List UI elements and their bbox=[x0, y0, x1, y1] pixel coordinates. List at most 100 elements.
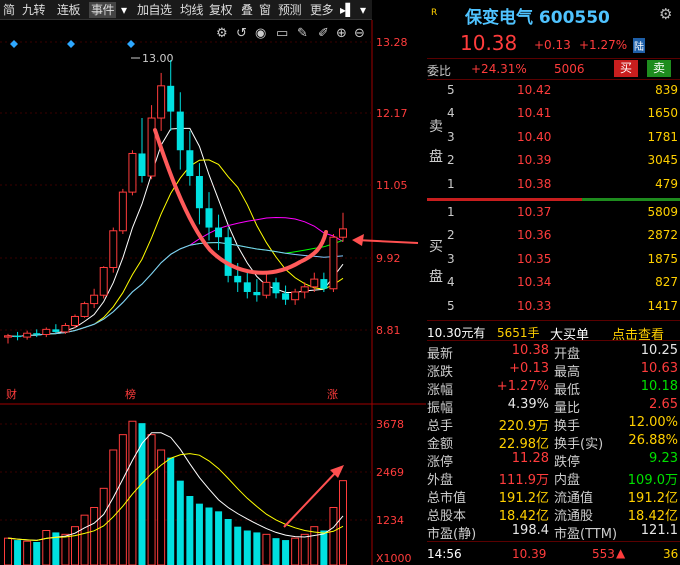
toolbar-jiuzhuan[interactable]: 九转 bbox=[22, 2, 46, 18]
event-labels: 财 榜 涨 bbox=[6, 387, 338, 401]
toolbar-window[interactable]: 窗 bbox=[259, 2, 271, 18]
candle-body bbox=[90, 294, 99, 305]
chevron-down-icon[interactable]: ▾ bbox=[360, 2, 366, 18]
buy-order-price[interactable]: 10.33 bbox=[517, 299, 551, 313]
toolbar-more[interactable]: 更多 bbox=[310, 2, 334, 18]
volume-axis: 3678 2469 1234 X1000 bbox=[376, 418, 412, 565]
sell-order-price[interactable]: 10.42 bbox=[517, 83, 551, 97]
volume-bar bbox=[14, 540, 22, 565]
volume-bar bbox=[253, 532, 261, 565]
candle-body bbox=[195, 176, 203, 209]
sell-order-volume: 839 bbox=[655, 83, 678, 97]
stat-value: 18.42亿 bbox=[498, 509, 549, 524]
stat-value: 22.98亿 bbox=[498, 437, 549, 452]
tick-price: 10.39 bbox=[512, 547, 547, 561]
volume-bar bbox=[147, 434, 156, 565]
buy-side-label: 买盘 bbox=[429, 239, 443, 285]
kline-chart[interactable]: ⚙ ↺ ◉ ▭ ✎ ✐ ⊕ ⊖ 13.00 13.28 12.17 11.05 … bbox=[0, 20, 426, 565]
sell-order-level: 3 bbox=[447, 129, 455, 144]
candle-body bbox=[176, 111, 184, 151]
stat-value: 26.88% bbox=[628, 433, 678, 448]
price-tick: 8.81 bbox=[376, 324, 401, 337]
stat-label: 总股本 bbox=[427, 509, 467, 524]
sell-order-price[interactable]: 10.39 bbox=[517, 153, 551, 167]
stat-value: 121.1 bbox=[640, 523, 678, 538]
toolbar-forecast[interactable]: 预测 bbox=[278, 2, 302, 18]
toolbar-events[interactable]: 事件 bbox=[89, 2, 117, 18]
candle-body bbox=[243, 282, 251, 292]
volume-bar bbox=[272, 538, 280, 565]
chevron-down-icon[interactable]: ▾ bbox=[121, 2, 133, 18]
candle-body bbox=[128, 152, 137, 193]
buy-order-price[interactable]: 10.36 bbox=[517, 228, 551, 242]
high-label: 13.00 bbox=[142, 52, 174, 65]
candle-body bbox=[234, 275, 242, 283]
eye-icon: ◉ bbox=[255, 26, 266, 41]
stat-label: 跌停 bbox=[554, 455, 581, 470]
stat-label: 最新 bbox=[427, 347, 454, 362]
buy-ratio-bar bbox=[427, 198, 582, 201]
stat-value: 4.39% bbox=[507, 397, 549, 412]
buy-button[interactable]: 买 bbox=[614, 60, 638, 77]
last-price: 10.38 bbox=[460, 31, 518, 55]
volume-bar bbox=[329, 506, 338, 565]
ma30-line bbox=[7, 239, 344, 337]
stat-label: 涨跌 bbox=[427, 365, 454, 380]
volume-bar bbox=[320, 530, 328, 565]
candle-body bbox=[262, 281, 271, 296]
gear-icon[interactable]: ⚙ bbox=[659, 5, 672, 23]
buy-order-level: 3 bbox=[447, 251, 455, 266]
buy-order-price[interactable]: 10.35 bbox=[517, 252, 551, 266]
price-tick: 11.05 bbox=[376, 179, 408, 192]
stat-value: 10.38 bbox=[511, 343, 549, 358]
volume-bar bbox=[186, 495, 194, 565]
volume-tick: 2469 bbox=[376, 466, 404, 479]
sell-order-volume: 1781 bbox=[647, 129, 678, 144]
stat-value: 12.00% bbox=[628, 415, 678, 430]
buy-order-price[interactable]: 10.34 bbox=[517, 275, 551, 289]
sell-order-price[interactable]: 10.41 bbox=[517, 106, 551, 120]
volume-bar bbox=[71, 526, 79, 565]
stat-label: 市盈(TTM) bbox=[554, 527, 618, 542]
candle-body bbox=[80, 303, 89, 317]
price-change: +0.13 bbox=[534, 38, 571, 52]
candle-body bbox=[186, 150, 194, 177]
stat-value: 11.28 bbox=[511, 451, 549, 466]
toolbar-adjust[interactable]: 复权 bbox=[209, 2, 233, 18]
volume-bar bbox=[42, 529, 51, 565]
sell-order-level: 1 bbox=[447, 176, 455, 191]
stat-label: 涨停 bbox=[427, 455, 454, 470]
expand-icon[interactable]: ▸▌ bbox=[340, 2, 355, 18]
brush-icon: ✐ bbox=[318, 26, 329, 41]
candle-body bbox=[320, 279, 328, 289]
stat-label: 外盘 bbox=[427, 473, 454, 488]
stat-value: 111.9万 bbox=[498, 473, 549, 488]
toolbar-add-watchlist[interactable]: 加自选 bbox=[137, 2, 172, 18]
toolbar-ma[interactable]: 均线 bbox=[180, 2, 204, 18]
stat-label: 最高 bbox=[554, 365, 581, 380]
vol-ma5-line bbox=[7, 432, 344, 541]
toolbar-jian[interactable]: 简 bbox=[3, 2, 15, 18]
marker-cai: 财 bbox=[6, 387, 17, 401]
sell-order-price[interactable]: 10.40 bbox=[517, 130, 551, 144]
buy-order-volume: 1417 bbox=[647, 298, 678, 313]
event-marker bbox=[127, 40, 135, 48]
volume-unit: X1000 bbox=[376, 552, 412, 565]
sell-order-price[interactable]: 10.38 bbox=[517, 177, 551, 191]
volume-bar bbox=[300, 533, 309, 565]
volume-bar bbox=[291, 537, 300, 565]
sell-button[interactable]: 卖 bbox=[647, 60, 671, 77]
buy-order-volume: 1875 bbox=[647, 251, 678, 266]
ma5-line bbox=[7, 127, 344, 337]
sell-order-volume: 1650 bbox=[647, 106, 678, 121]
toolbar-overlay[interactable]: 叠 bbox=[241, 2, 253, 18]
weibi-diff: 5006 bbox=[554, 62, 585, 76]
bigorder-price: 10.30元有 bbox=[427, 326, 486, 340]
tick-time: 14:56 bbox=[427, 547, 462, 561]
toolbar-lianban[interactable]: 连板 bbox=[57, 2, 81, 18]
candle-body bbox=[310, 278, 319, 288]
stat-label: 总市值 bbox=[427, 491, 467, 506]
volume-bar bbox=[61, 533, 70, 565]
volume-bar bbox=[234, 526, 242, 565]
buy-order-price[interactable]: 10.37 bbox=[517, 205, 551, 219]
